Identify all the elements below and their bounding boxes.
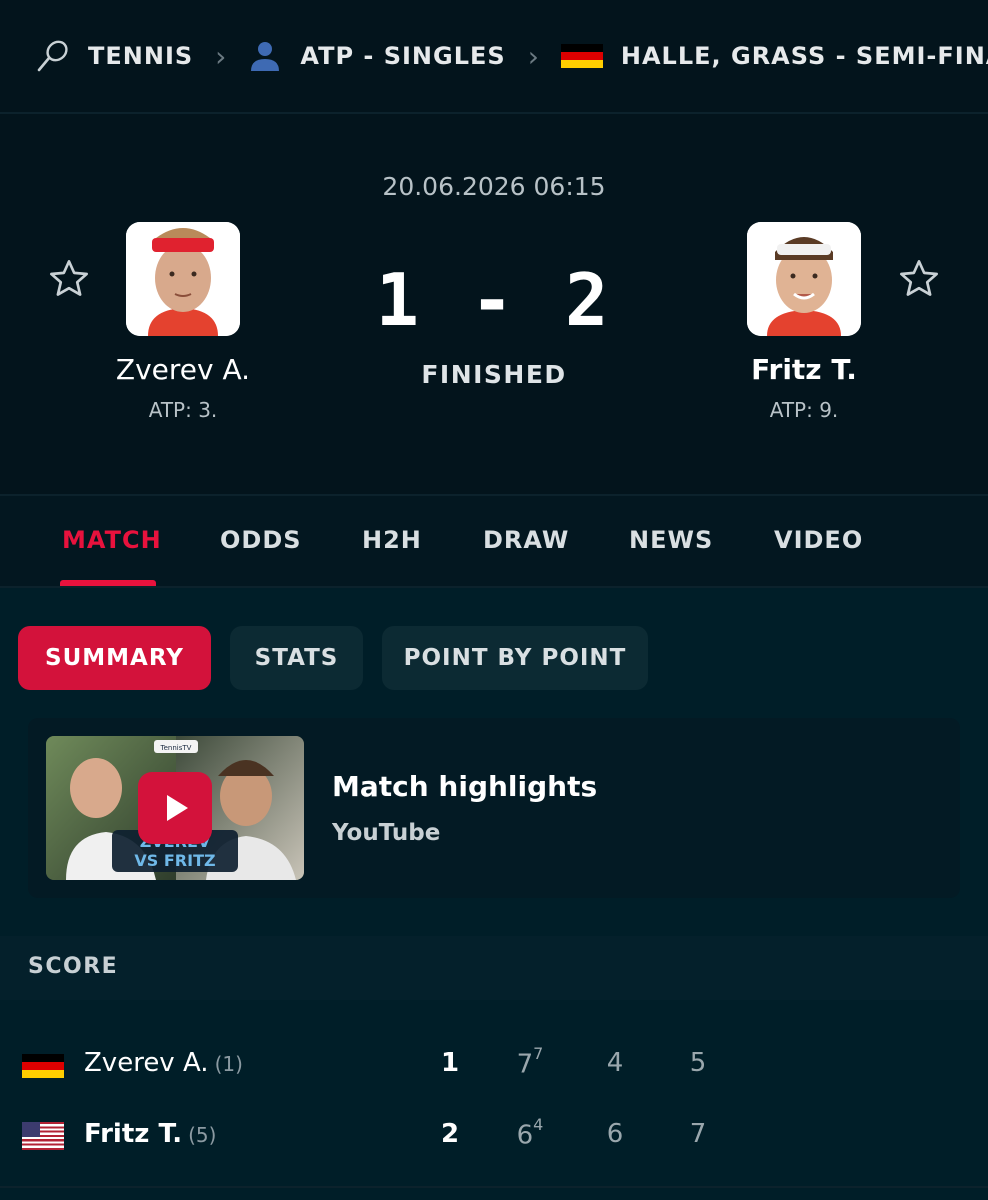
subtab-summary[interactable]: SUMMARY	[18, 626, 211, 690]
breadcrumb-tournament-label: HALLE, GRASS - SEMI-FINAL	[620, 42, 988, 70]
chevron-right-icon: ›	[527, 39, 539, 73]
highlights-title[interactable]: Match highlights	[332, 770, 597, 803]
set-games: 6	[516, 1120, 534, 1151]
highlights-source: YouTube	[332, 820, 441, 846]
tennis-racket-icon	[36, 39, 70, 73]
match-datetime: 20.06.2026 06:15	[382, 172, 606, 201]
player-name: Zverev A.	[84, 1048, 209, 1078]
set-score: 6	[585, 1119, 645, 1149]
player-name: Fritz T.	[84, 1119, 183, 1149]
breadcrumb-category[interactable]: ATP - SINGLES	[248, 39, 505, 73]
breadcrumb-tournament[interactable]: HALLE, GRASS - SEMI-FINAL	[560, 42, 988, 70]
tab-odds[interactable]: ODDS	[220, 526, 302, 554]
play-button[interactable]	[138, 772, 212, 844]
set-score: 77	[500, 1044, 560, 1080]
highlights-card[interactable]: TennisTV ZVEREV VS FRITZ Match highlight…	[28, 718, 960, 898]
chevron-right-icon: ›	[215, 39, 227, 73]
player-seed: (5)	[188, 1123, 217, 1147]
breadcrumb-sport[interactable]: TENNIS	[36, 39, 193, 73]
match-score: 1 - 2	[375, 258, 613, 342]
set-games: 5	[689, 1048, 707, 1078]
score-row-away-name[interactable]: Fritz T. (5)	[84, 1119, 216, 1149]
subtab-stats[interactable]: STATS	[230, 626, 363, 690]
away-player-rank: ATP: 9.	[769, 398, 839, 422]
germany-flag-icon	[22, 1054, 64, 1078]
thumbnail-title-2: VS FRITZ	[134, 851, 215, 870]
divider	[0, 1186, 988, 1188]
breadcrumb-sport-label: TENNIS	[88, 42, 194, 70]
score-total: 2	[440, 1119, 460, 1149]
breadcrumb-category-label: ATP - SINGLES	[300, 42, 506, 70]
score-heading: SCORE	[28, 954, 119, 979]
video-thumbnail[interactable]: TennisTV ZVEREV VS FRITZ	[46, 736, 304, 880]
thumbnail-badge: TennisTV	[160, 744, 192, 752]
set-score: 4	[585, 1048, 645, 1078]
score-total: 1	[440, 1048, 460, 1078]
player-seed: (1)	[214, 1052, 243, 1076]
tab-video[interactable]: VIDEO	[774, 526, 863, 554]
tab-bar: MATCH ODDS H2H DRAW NEWS VIDEO	[0, 494, 988, 588]
tab-news[interactable]: NEWS	[629, 526, 713, 554]
divider	[0, 112, 988, 114]
match-status: FINISHED	[421, 360, 567, 389]
tab-draw[interactable]: DRAW	[483, 526, 569, 554]
usa-flag-icon	[22, 1122, 64, 1150]
set-score: 7	[668, 1119, 728, 1149]
tiebreak-score: 7	[533, 1044, 544, 1063]
set-games: 4	[606, 1048, 624, 1078]
set-score: 5	[668, 1048, 728, 1078]
set-games: 7	[689, 1119, 707, 1149]
tab-match[interactable]: MATCH	[62, 526, 162, 554]
set-score: 64	[500, 1115, 560, 1151]
active-tab-indicator	[60, 580, 156, 586]
score-section-header: SCORE	[0, 936, 988, 1000]
set-games: 7	[516, 1049, 534, 1080]
person-icon	[248, 39, 282, 73]
germany-flag-icon	[560, 44, 603, 68]
tab-h2h[interactable]: H2H	[362, 526, 422, 554]
breadcrumb: TENNIS › ATP - SINGLES › HALLE, GRASS - …	[0, 0, 988, 112]
set-games: 6	[606, 1119, 624, 1149]
score-row-home-name[interactable]: Zverev A. (1)	[84, 1048, 243, 1078]
home-player-rank: ATP: 3.	[148, 398, 218, 422]
tiebreak-score: 4	[533, 1115, 544, 1134]
subtab-point-by-point[interactable]: POINT BY POINT	[382, 626, 648, 690]
